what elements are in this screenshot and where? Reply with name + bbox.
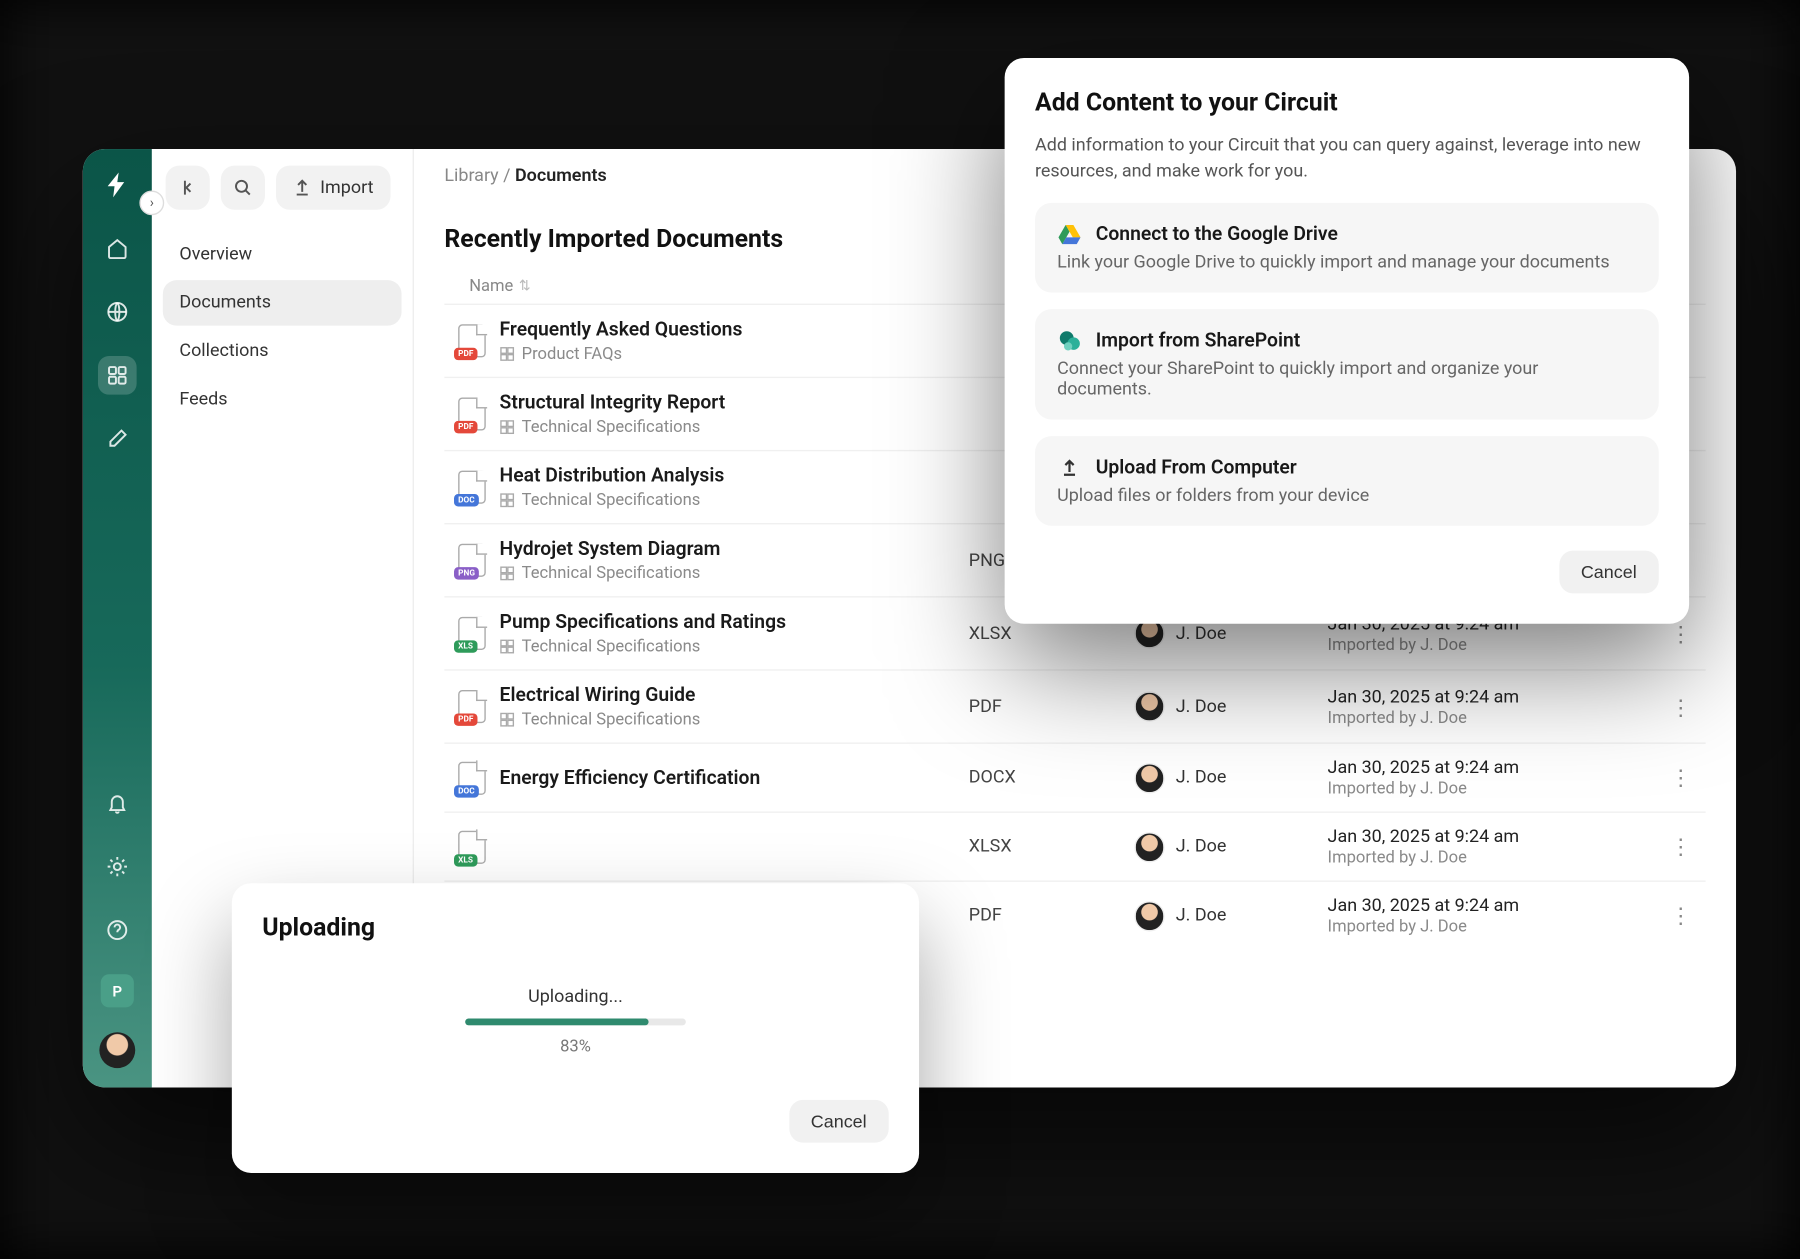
table-row[interactable]: XLS XLSXJ. DoeJan 30, 2025 at 9:24 amImpo… [444,811,1705,880]
document-owner: J. Doe [1134,762,1327,792]
table-row[interactable]: DOCEnergy Efficiency CertificationDOCXJ.… [444,742,1705,811]
document-title: Energy Efficiency Certification [500,767,969,789]
document-imported-by: Imported by J. Doe [1328,916,1656,935]
file-icon: DOC [444,761,499,794]
help-icon[interactable] [98,911,137,950]
option-title: Connect to the Google Drive [1096,223,1338,245]
document-imported-by: Imported by J. Doe [1328,847,1656,866]
upload-cancel-button[interactable]: Cancel [789,1100,889,1143]
row-menu-button[interactable]: ⋮ [1656,834,1706,860]
grid-icon[interactable] [98,356,137,395]
document-collection: Technical Specifications [500,417,969,436]
file-icon: DOC [444,471,499,504]
file-icon: XLS [444,617,499,650]
uploading-dialog: Uploading Uploading... 83% Cancel [232,883,919,1173]
owner-avatar [1134,691,1164,721]
user-avatar[interactable] [99,1032,135,1068]
document-imported-by: Imported by J. Doe [1328,778,1656,797]
upload-percent: 83% [560,1036,591,1055]
document-date: Jan 30, 2025 at 9:24 am [1328,758,1656,779]
document-imported-by: Imported by J. Doe [1328,707,1656,726]
document-title: Hydrojet System Diagram [500,538,969,560]
document-collection: Technical Specifications [500,636,969,655]
modal-title: Add Content to your Circuit [1035,88,1659,117]
bell-icon[interactable] [98,784,137,823]
modal-description: Add information to your Circuit that you… [1035,134,1659,186]
row-menu-button[interactable]: ⋮ [1656,903,1706,929]
document-title: Heat Distribution Analysis [500,465,969,487]
row-menu-button[interactable]: ⋮ [1656,693,1706,719]
file-icon: PDF [444,324,499,357]
breadcrumb-parent[interactable]: Library [444,166,498,187]
row-menu-button[interactable]: ⋮ [1656,620,1706,646]
option-subtitle: Connect your SharePoint to quickly impor… [1057,358,1637,399]
document-collection: Technical Specifications [500,490,969,509]
owner-avatar [1134,831,1164,861]
row-menu-button[interactable]: ⋮ [1656,765,1706,791]
workspace-badge[interactable]: P [101,974,134,1007]
file-icon: PDF [444,397,499,430]
document-owner: J. Doe [1134,691,1327,721]
document-date: Jan 30, 2025 at 9:24 am [1328,687,1656,708]
document-owner: J. Doe [1134,831,1327,861]
table-row[interactable]: PDFElectrical Wiring Guide Technical Spec… [444,669,1705,742]
upload-progress-bar [465,1018,686,1025]
home-icon[interactable] [98,229,137,268]
document-title: Pump Specifications and Ratings [500,611,969,633]
search-button[interactable] [221,166,265,210]
option-sharepoint[interactable]: Import from SharePoint Connect your Shar… [1035,309,1659,419]
gear-icon[interactable] [98,847,137,886]
upload-status: Uploading... [528,987,623,1008]
sidebar-item-collections[interactable]: Collections [163,328,402,374]
document-collection: Technical Specifications [500,709,969,728]
document-type: PDF [969,905,1135,926]
add-content-modal: Add Content to your Circuit Add informat… [1005,58,1689,623]
document-date: Jan 30, 2025 at 9:24 am [1328,896,1656,917]
file-icon: PDF [444,690,499,723]
owner-avatar [1134,762,1164,792]
nav-rail: › P [83,149,152,1087]
sidebar-item-feeds[interactable]: Feeds [163,377,402,423]
collapse-panel-button[interactable] [166,166,210,210]
import-button-label: Import [320,177,373,198]
option-title: Upload From Computer [1096,456,1297,478]
google-drive-icon [1057,222,1082,247]
document-date: Jan 30, 2025 at 9:24 am [1328,827,1656,848]
file-icon: PNG [444,544,499,577]
owner-avatar [1134,900,1164,930]
globe-icon[interactable] [98,293,137,332]
document-imported-by: Imported by J. Doe [1328,634,1656,653]
option-subtitle: Link your Google Drive to quickly import… [1057,252,1637,273]
breadcrumb-current: Documents [515,166,607,187]
upload-title: Uploading [262,914,889,943]
sort-icon: ⇅ [519,278,531,293]
logo-bolt-icon [98,166,137,205]
upload-icon [293,178,312,197]
upload-icon [1057,455,1082,480]
document-title: Structural Integrity Report [500,392,969,414]
sidebar-item-overview[interactable]: Overview [163,232,402,278]
expand-rail-button[interactable]: › [139,190,164,215]
import-button[interactable]: Import [276,166,390,210]
document-type: XLSX [969,836,1135,857]
document-owner: J. Doe [1134,900,1327,930]
option-subtitle: Upload files or folders from your device [1057,485,1637,506]
document-type: PDF [969,696,1135,717]
document-type: DOCX [969,767,1135,788]
document-collection: Product FAQs [500,344,969,363]
option-google-drive[interactable]: Connect to the Google Drive Link your Go… [1035,202,1659,292]
option-upload-computer[interactable]: Upload From Computer Upload files or fol… [1035,436,1659,526]
document-type: XLSX [969,623,1135,644]
option-title: Import from SharePoint [1096,329,1301,351]
document-collection: Technical Specifications [500,563,969,582]
document-title: Frequently Asked Questions [500,319,969,341]
sidebar-item-documents[interactable]: Documents [163,280,402,326]
edit-icon[interactable] [98,420,137,459]
modal-cancel-button[interactable]: Cancel [1559,550,1659,593]
sharepoint-icon [1057,328,1082,353]
file-icon: XLS [444,830,499,863]
document-title: Electrical Wiring Guide [500,684,969,706]
